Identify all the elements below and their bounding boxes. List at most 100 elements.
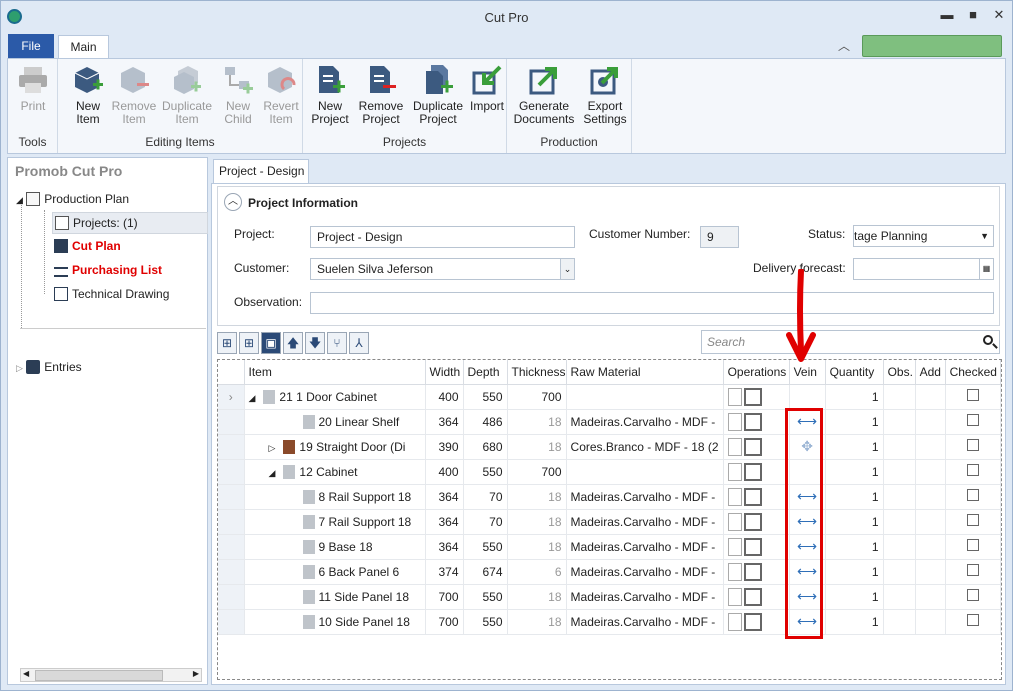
operations-cell[interactable] [723,484,790,510]
duplicate-item-button[interactable]: Duplicate Item [160,63,214,126]
revert-item-button[interactable]: Revert Item [262,63,300,126]
operation-box-icon[interactable] [743,487,762,506]
operation-box-icon[interactable] [743,512,762,531]
scroll-left-icon[interactable]: ◀ [23,669,29,678]
move-up-button[interactable]: 🡅 [283,332,303,354]
table-row[interactable]: 9 Base 18 364 550 18 Madeiras.Carvalho - MDF… [218,534,1001,560]
checked-cell[interactable] [945,434,1001,460]
sidebar-item-entries[interactable]: ▷ Entries [16,360,82,374]
operation-icon[interactable] [727,412,742,431]
calendar-icon[interactable]: ▦ [979,259,993,279]
delivery-forecast-field[interactable]: ▦ [853,258,994,280]
width-cell[interactable]: 390 [425,434,464,460]
sidebar-item-technical-drawing[interactable]: Technical Drawing [54,287,169,301]
id-toggle-button[interactable]: ▣ [261,332,281,354]
main-tab[interactable]: Main [58,35,109,59]
operation-icon[interactable] [727,612,742,631]
depth-cell[interactable]: 486 [463,409,508,435]
operation-box-icon[interactable] [743,612,762,631]
obs-cell[interactable] [883,609,916,635]
raw-material-cell[interactable] [566,459,724,485]
quantity-cell[interactable]: 1 [825,509,884,535]
chevron-down-icon[interactable]: ⌄ [560,259,574,279]
export-settings-button[interactable]: Export Settings [581,63,629,126]
add-cell[interactable] [915,409,946,435]
depth-cell[interactable]: 550 [463,384,508,410]
item-cell[interactable]: ▷ 19 Straight Door (Di [244,434,426,460]
depth-cell[interactable]: 70 [463,484,508,510]
thickness-cell[interactable]: 18 [507,534,567,560]
column-width[interactable]: Width [425,360,464,385]
operation-box-icon[interactable] [743,462,762,481]
obs-cell[interactable] [883,434,916,460]
quantity-cell[interactable]: 1 [825,534,884,560]
width-cell[interactable]: 400 [425,459,464,485]
raw-material-cell[interactable]: Madeiras.Carvalho - MDF - [566,609,724,635]
obs-cell[interactable] [883,584,916,610]
quantity-cell[interactable]: 1 [825,434,884,460]
raw-material-cell[interactable]: Madeiras.Carvalho - MDF - [566,534,724,560]
operation-icon[interactable] [727,387,742,406]
checked-cell[interactable] [945,484,1001,510]
row-selector[interactable] [218,584,245,610]
new-child-button[interactable]: New Child [218,63,258,126]
add-cell[interactable] [915,484,946,510]
raw-material-cell[interactable] [566,384,724,410]
item-cell[interactable]: 9 Base 18 [244,534,426,560]
raw-material-cell[interactable]: Madeiras.Carvalho - MDF - [566,559,724,585]
new-item-button[interactable]: New Item [66,63,110,126]
checked-checkbox[interactable] [966,464,979,476]
raw-material-cell[interactable]: Madeiras.Carvalho - MDF - [566,509,724,535]
remove-project-button[interactable]: Remove Project [355,63,407,126]
maximize-button[interactable]: ■ [963,7,983,25]
operation-box-icon[interactable] [743,587,762,606]
obs-cell[interactable] [883,484,916,510]
quantity-cell[interactable]: 1 [825,609,884,635]
add-cell[interactable] [915,584,946,610]
operations-cell[interactable] [723,434,790,460]
raw-material-cell[interactable]: Madeiras.Carvalho - MDF - [566,584,724,610]
row-selector[interactable] [218,559,245,585]
item-cell[interactable]: 6 Back Panel 6 [244,559,426,585]
table-row[interactable]: ◢ 12 Cabinet 400 550 700 1 [218,459,1001,485]
thickness-cell[interactable]: 18 [507,584,567,610]
scroll-right-icon[interactable]: ▶ [193,669,199,678]
add-cell[interactable] [915,534,946,560]
column-item[interactable]: Item [244,360,426,385]
row-selector[interactable] [218,459,245,485]
operations-cell[interactable] [723,459,790,485]
depth-cell[interactable]: 550 [463,584,508,610]
observation-field[interactable] [310,292,994,314]
checked-cell[interactable] [945,559,1001,585]
checked-cell[interactable] [945,509,1001,535]
add-row-button[interactable]: ⊞ [239,332,259,354]
operation-box-icon[interactable] [743,412,762,431]
thickness-cell[interactable]: 18 [507,434,567,460]
checked-checkbox[interactable] [966,439,979,451]
thickness-cell[interactable]: 700 [507,384,567,410]
quantity-cell[interactable]: 1 [825,459,884,485]
close-button[interactable]: ✕ [989,7,1009,25]
thickness-cell[interactable]: 18 [507,484,567,510]
item-cell[interactable]: 7 Rail Support 18 [244,509,426,535]
project-field[interactable]: Project - Design [310,226,575,248]
table-row[interactable]: 11 Side Panel 18 700 550 18 Madeiras.Carvalh… [218,584,1001,610]
generate-documents-button[interactable]: Generate Documents [512,63,576,126]
column-add[interactable]: Add [915,360,946,385]
collapse-ribbon-icon[interactable]: ︿ [838,37,850,54]
checked-cell[interactable] [945,459,1001,485]
depth-cell[interactable]: 680 [463,434,508,460]
row-selector[interactable] [218,409,245,435]
depth-cell[interactable]: 674 [463,559,508,585]
operations-cell[interactable] [723,534,790,560]
file-tab[interactable]: File [8,34,54,58]
operations-cell[interactable] [723,584,790,610]
remove-item-button[interactable]: Remove Item [110,63,158,126]
checked-checkbox[interactable] [966,514,979,526]
quantity-cell[interactable]: 1 [825,409,884,435]
table-row[interactable]: 20 Linear Shelf 364 486 18 Madeiras.Carvalho… [218,409,1001,435]
row-selector[interactable] [218,609,245,635]
sidebar-item-cut-plan[interactable]: Cut Plan [54,239,121,253]
sidebar-item-purchasing-list[interactable]: Purchasing List [54,263,162,277]
add-cell[interactable] [915,609,946,635]
